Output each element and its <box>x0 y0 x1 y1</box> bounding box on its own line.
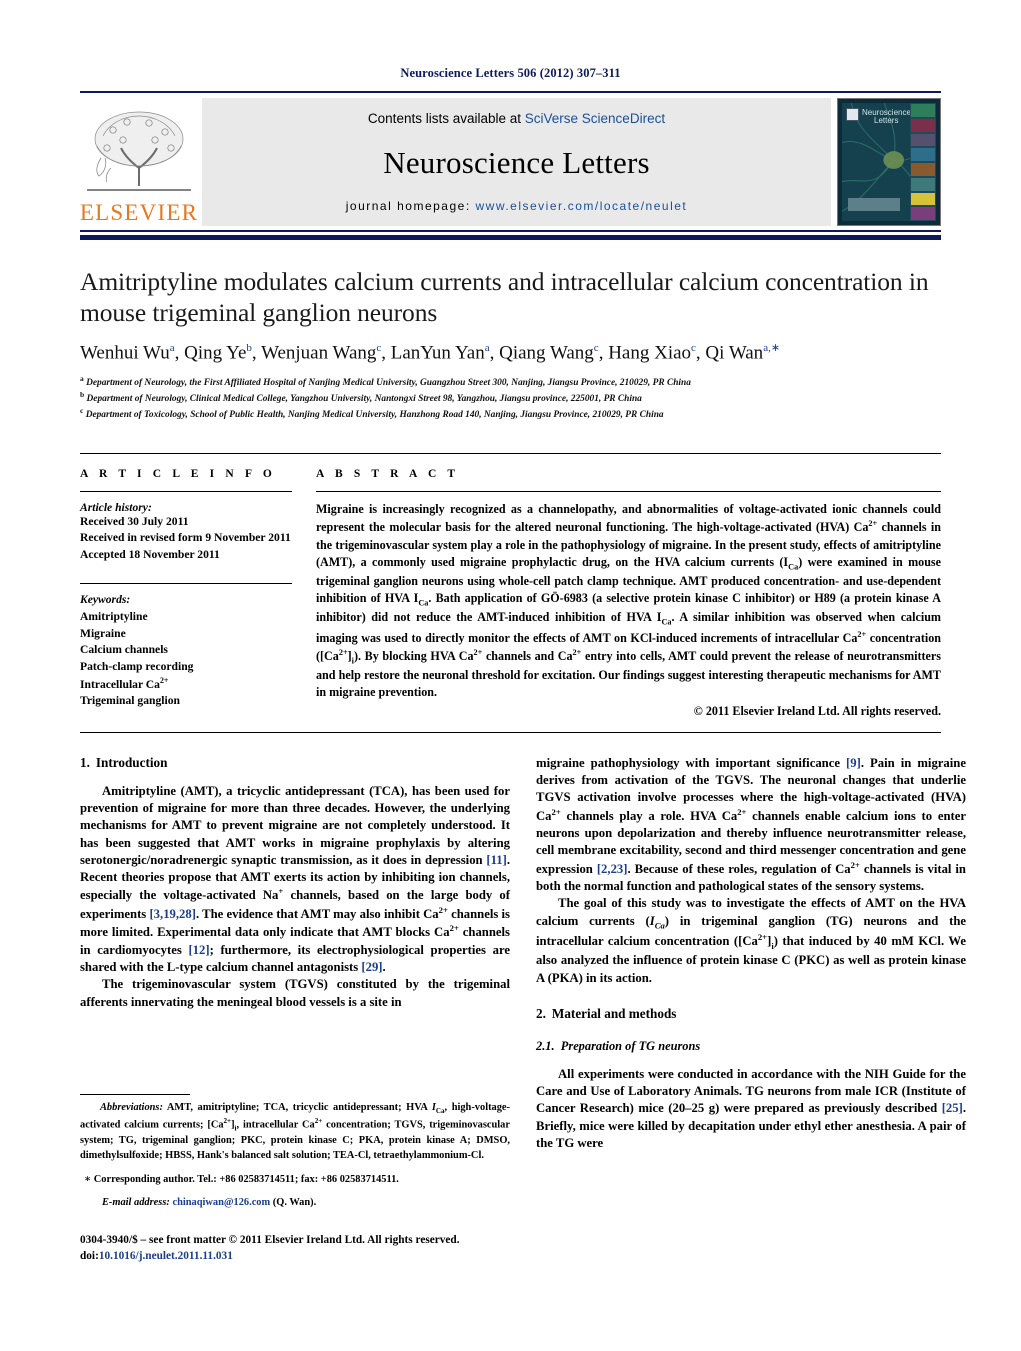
issn-copyright-block: 0304-3940/$ – see front matter © 2011 El… <box>80 1232 520 1265</box>
methods-paragraph-1: All experiments were conducted in accord… <box>536 1066 966 1150</box>
footnote-email: E-mail address: chinaqiwan@126.com (Q. W… <box>80 1195 510 1210</box>
cover-label-bar <box>848 198 900 211</box>
elsevier-wordmark: ELSEVIER <box>79 200 199 225</box>
body-columns: 1. Introduction Amitriptyline (AMT), a tr… <box>80 755 966 1153</box>
section-number: 2. <box>536 1005 546 1021</box>
subsection-number: 2.1. <box>536 1038 555 1053</box>
affiliation-b: b Department of Neurology, Clinical Medi… <box>80 390 941 406</box>
journal-band: Contents lists available at SciVerse Sci… <box>202 98 831 226</box>
intro-paragraph-3: The goal of this study was to investigat… <box>536 896 967 985</box>
email-link[interactable]: chinaqiwan@126.com <box>172 1197 270 1208</box>
article-info-column: A R T I C L E I N F O Article history: R… <box>80 468 292 719</box>
intro-paragraph-2: The trigeminovascular system (TGVS) cons… <box>80 977 510 1009</box>
abstract-heading: A B S T R A C T <box>316 467 460 480</box>
body-column-left: 1. Introduction Amitriptyline (AMT), a tr… <box>80 755 510 1153</box>
masthead-rule-thick <box>80 235 941 240</box>
keyword-item: Trigeminal ganglion <box>80 694 180 708</box>
keywords-label: Keywords: <box>80 593 131 607</box>
article-page: Neuroscience Letters 506 (2012) 307–311 <box>0 0 1021 1351</box>
title-block: Amitriptyline modulates calcium currents… <box>80 266 941 423</box>
keyword-item: Migraine <box>80 626 126 640</box>
affiliation-list: a Department of Neurology, the First Aff… <box>80 374 941 423</box>
affiliation-text-a: Department of Neurology, the First Affil… <box>86 377 691 388</box>
elsevier-tree-icon <box>87 111 191 191</box>
article-history-accepted: Accepted 18 November 2011 <box>80 547 220 561</box>
contents-available-line: Contents lists available at SciVerse Sci… <box>368 111 665 126</box>
affiliation-marker-a: a <box>80 373 84 383</box>
section-title: Material and methods <box>551 1005 677 1021</box>
affiliation-text-b: Department of Neurology, Clinical Medica… <box>86 394 642 405</box>
intro-paragraph-2-continued: migraine pathophysiology with important … <box>536 755 966 894</box>
info-abstract-region: A R T I C L E I N F O Article history: R… <box>80 452 941 719</box>
abstract-bottom-rule <box>80 731 941 733</box>
abstract-body: Migraine is increasingly recognized as a… <box>316 501 942 700</box>
abstract-divider <box>316 490 941 492</box>
intro-paragraph-1: Amitriptyline (AMT), a tricyclic antidep… <box>80 783 510 975</box>
journal-homepage-line: journal homepage: www.elsevier.com/locat… <box>346 199 688 213</box>
elsevier-logo: ELSEVIER <box>80 98 198 226</box>
email-suffix: (Q. Wan). <box>272 1196 317 1208</box>
page-title: Amitriptyline modulates calcium currents… <box>80 267 929 328</box>
footnote-block: Abbreviations: AMT, amitriptyline; TCA, … <box>80 1094 510 1210</box>
email-label: E-mail address: <box>102 1196 170 1208</box>
cover-logo-badge <box>846 108 859 121</box>
running-head: Neuroscience Letters 506 (2012) 307–311 <box>400 66 621 80</box>
section-heading-introduction: 1. Introduction <box>80 755 510 771</box>
affiliation-marker-c: c <box>80 406 84 416</box>
article-info-divider-2 <box>80 583 292 585</box>
footnote-corresponding-author: ∗ Corresponding author. Tel.: +86 025837… <box>84 1173 399 1185</box>
article-history-label: Article history: <box>80 500 152 514</box>
article-info-divider-1 <box>80 490 292 492</box>
footnote-abbreviations: Abbreviations: AMT, amitriptyline; TCA, … <box>80 1102 510 1161</box>
article-history-received: Received 30 July 2011 <box>80 514 189 528</box>
subsection-title: Preparation of TG neurons <box>560 1038 701 1053</box>
subsection-heading-preparation: 2.1. Preparation of TG neurons <box>536 1039 966 1054</box>
journal-title: Neuroscience Letters <box>383 144 650 180</box>
cover-title: Neuroscience Letters <box>862 108 911 126</box>
doi-line: doi:10.1016/j.neulet.2011.11.031 <box>80 1248 520 1264</box>
section-number: 1. <box>80 754 90 770</box>
doi-label: doi: <box>80 1250 99 1263</box>
section-heading-materials-methods: 2. Material and methods <box>536 1006 966 1022</box>
keywords-list: Amitriptyline Migraine Calcium channels … <box>80 609 292 710</box>
author-list: Wenhui Wua, Qing Yeb, Wenjuan Wangc, Lan… <box>80 342 781 364</box>
abstract-column: A B S T R A C T Migraine is increasingly… <box>316 468 941 719</box>
journal-homepage-link[interactable]: www.elsevier.com/locate/neulet <box>476 199 688 213</box>
doi-link[interactable]: 10.1016/j.neulet.2011.11.031 <box>99 1250 233 1262</box>
footnote-rule <box>80 1094 190 1095</box>
article-history-revised: Received in revised form 9 November 2011 <box>80 531 291 545</box>
affiliation-marker-b: b <box>80 390 85 400</box>
issn-line: 0304-3940/$ – see front matter © 2011 El… <box>80 1234 460 1246</box>
journal-cover-thumbnail: Neuroscience Letters <box>837 98 941 226</box>
keyword-item: Patch-clamp recording <box>80 659 194 673</box>
abstract-copyright: © 2011 Elsevier Ireland Ltd. All rights … <box>693 703 941 718</box>
journal-masthead: ELSEVIER Contents lists available at Sci… <box>80 91 941 226</box>
article-info-heading: A R T I C L E I N F O <box>80 467 276 480</box>
contents-prefix: Contents lists available at <box>367 111 525 126</box>
keyword-item: Amitriptyline <box>80 610 148 624</box>
body-column-right: migraine pathophysiology with important … <box>536 755 966 1153</box>
keyword-item: Intracellular Ca2+ <box>80 676 169 691</box>
homepage-prefix: journal homepage: <box>345 199 476 213</box>
keyword-item: Calcium channels <box>80 643 168 657</box>
affiliation-c: c Department of Toxicology, School of Pu… <box>80 406 941 422</box>
affiliation-a: a Department of Neurology, the First Aff… <box>80 374 941 390</box>
affiliation-text-c: Department of Toxicology, School of Publ… <box>85 410 664 421</box>
sciencedirect-link[interactable]: SciVerse ScienceDirect <box>525 111 665 126</box>
section-title: Introduction <box>95 754 168 770</box>
masthead-rule-thin <box>80 230 941 232</box>
cover-thumbnail-strip <box>910 103 936 221</box>
